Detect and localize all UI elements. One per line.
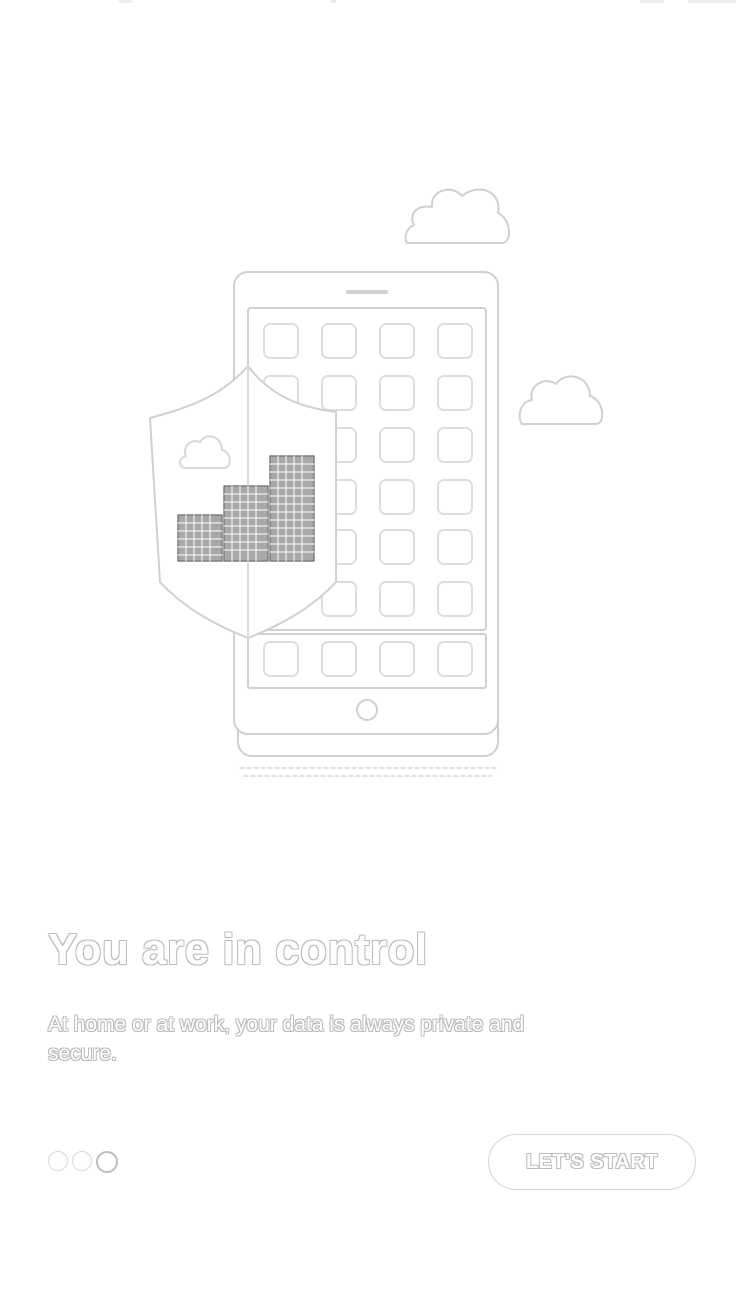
lets-start-button[interactable]: LET'S START bbox=[488, 1134, 696, 1190]
page-dot-active bbox=[96, 1151, 118, 1173]
onboarding-illustration bbox=[149, 188, 604, 777]
cloud-icon bbox=[518, 375, 604, 425]
page-dot bbox=[72, 1151, 92, 1171]
page-subtitle: At home or at work, your data is always … bbox=[48, 1013, 525, 1065]
page-dot bbox=[48, 1151, 68, 1171]
cloud-icon bbox=[404, 188, 510, 244]
page-title: You are in control bbox=[48, 925, 428, 974]
page-indicator bbox=[48, 1151, 118, 1173]
